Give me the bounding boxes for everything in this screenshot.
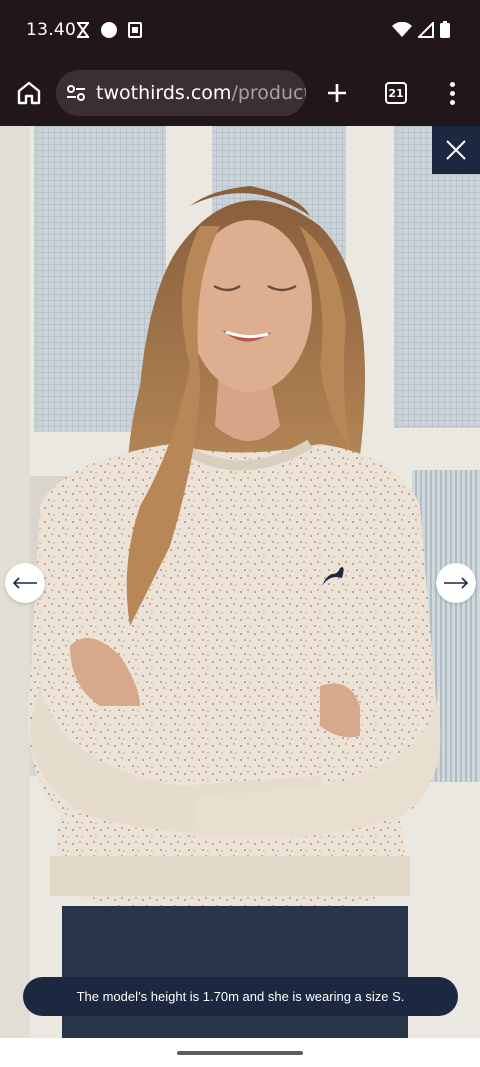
close-button[interactable]: [432, 126, 480, 174]
status-right-icons: [392, 20, 450, 43]
home-button[interactable]: [14, 78, 44, 108]
home-icon: [17, 81, 41, 105]
new-tab-button[interactable]: [322, 78, 352, 108]
plus-icon: [328, 84, 346, 102]
product-photo[interactable]: [0, 126, 480, 1038]
status-left-icons: [76, 21, 142, 44]
hourglass-icon: [76, 22, 90, 43]
arrow-right-icon: [444, 577, 469, 589]
status-bar: 13.40: [0, 0, 480, 60]
signal-icon: [416, 20, 434, 43]
circle-icon: [100, 21, 118, 44]
url-bar[interactable]: twothirds.com/products: [56, 70, 306, 116]
url-path: /products: [231, 82, 306, 104]
status-time: 13.40: [26, 20, 77, 40]
next-image-button[interactable]: [436, 563, 476, 603]
navigation-bar: [0, 1038, 480, 1067]
battery-icon: [440, 21, 450, 43]
wifi-icon: [392, 21, 412, 43]
arrow-left-icon: [12, 577, 37, 589]
url-host: twothirds.com: [96, 82, 232, 104]
close-icon: [446, 140, 466, 160]
site-settings-icon[interactable]: [66, 83, 86, 103]
browser-toolbar: twothirds.com/products 21: [0, 60, 480, 126]
sim-icon: [128, 22, 142, 43]
tab-switcher-button[interactable]: 21: [385, 82, 407, 104]
model-size-caption: The model’s height is 1.70m and she is w…: [23, 977, 458, 1016]
previous-image-button[interactable]: [5, 563, 45, 603]
url-text[interactable]: twothirds.com/products: [96, 82, 306, 104]
more-vert-icon[interactable]: [440, 78, 464, 108]
gesture-handle[interactable]: [177, 1051, 303, 1055]
